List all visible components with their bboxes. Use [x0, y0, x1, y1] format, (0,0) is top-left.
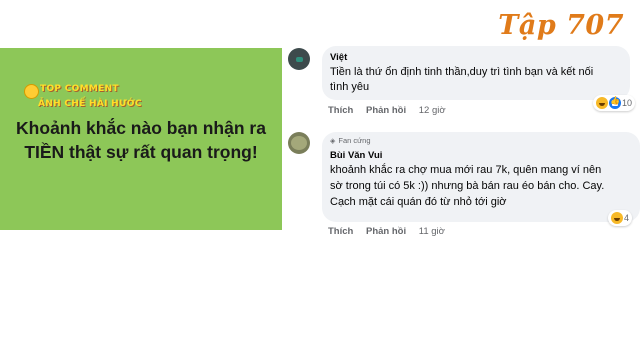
- comment-text-line: khoảnh khắc ra chợ mua mới rau 7k, quên …: [330, 164, 602, 176]
- comments-panel: Việt Tiền là thứ ổn định tinh thần,duy t…: [282, 40, 640, 240]
- comment-text-line: Cạch mặt cái quán đó từ nhỏ tới giờ: [330, 196, 507, 208]
- reply-link[interactable]: Phản hồi: [366, 226, 406, 237]
- fan-badge: ◈ Fan cứng: [330, 136, 371, 145]
- brand-logo: TOP COMMENT ẢNH CHẾ HÀI HƯỚC: [24, 84, 144, 116]
- reaction-summary[interactable]: 4: [608, 210, 633, 226]
- like-link[interactable]: Thích: [328, 105, 353, 116]
- diamond-icon: ◈: [330, 138, 336, 145]
- comment-time: 11 giờ: [418, 226, 445, 237]
- brand-line2: ẢNH CHẾ HÀI HƯỚC: [38, 99, 142, 109]
- comment-author[interactable]: Bùi Văn Vui: [330, 150, 382, 161]
- smiley-icon: [24, 84, 39, 99]
- haha-icon: [611, 212, 623, 224]
- avatar[interactable]: [288, 48, 310, 70]
- like-icon: [609, 96, 621, 109]
- episode-label: Tập 707: [498, 10, 624, 41]
- reply-link[interactable]: Phản hồi: [366, 105, 406, 116]
- headline: Khoảnh khắc nào bạn nhận ra TIỀN thật sự…: [0, 116, 282, 164]
- avatar[interactable]: [288, 132, 310, 154]
- brand-line1: TOP COMMENT: [40, 84, 119, 94]
- comment-bubble: ◈ Fan cứng Bùi Văn Vui khoảnh khắc ra chợ…: [322, 132, 640, 222]
- comment-text-line: tình yêu: [330, 81, 370, 93]
- comment-actions: Thích Phản hồi 11 giờ: [328, 226, 455, 237]
- comment-text-line: sờ trong túi có 5k :)) nhưng bà bán rau …: [330, 180, 605, 192]
- comment-text-line: Tiền là thứ ổn định tinh thần,duy trì tì…: [330, 66, 594, 78]
- haha-icon: [596, 97, 608, 109]
- reaction-summary[interactable]: 10: [593, 95, 636, 111]
- comment-actions: Thích Phản hồi 12 giờ: [328, 105, 456, 116]
- comment-time: 12 giờ: [418, 105, 446, 116]
- reaction-count: 10: [622, 98, 633, 108]
- like-link[interactable]: Thích: [328, 226, 353, 237]
- reaction-count: 4: [624, 213, 630, 223]
- headline-line1: Khoảnh khắc nào bạn nhận ra: [16, 118, 266, 138]
- comment-bubble: Việt Tiền là thứ ổn định tinh thần,duy t…: [322, 46, 630, 100]
- comment-author[interactable]: Việt: [330, 52, 347, 63]
- headline-line2: TIỀN thật sự rất quan trọng!: [24, 142, 258, 162]
